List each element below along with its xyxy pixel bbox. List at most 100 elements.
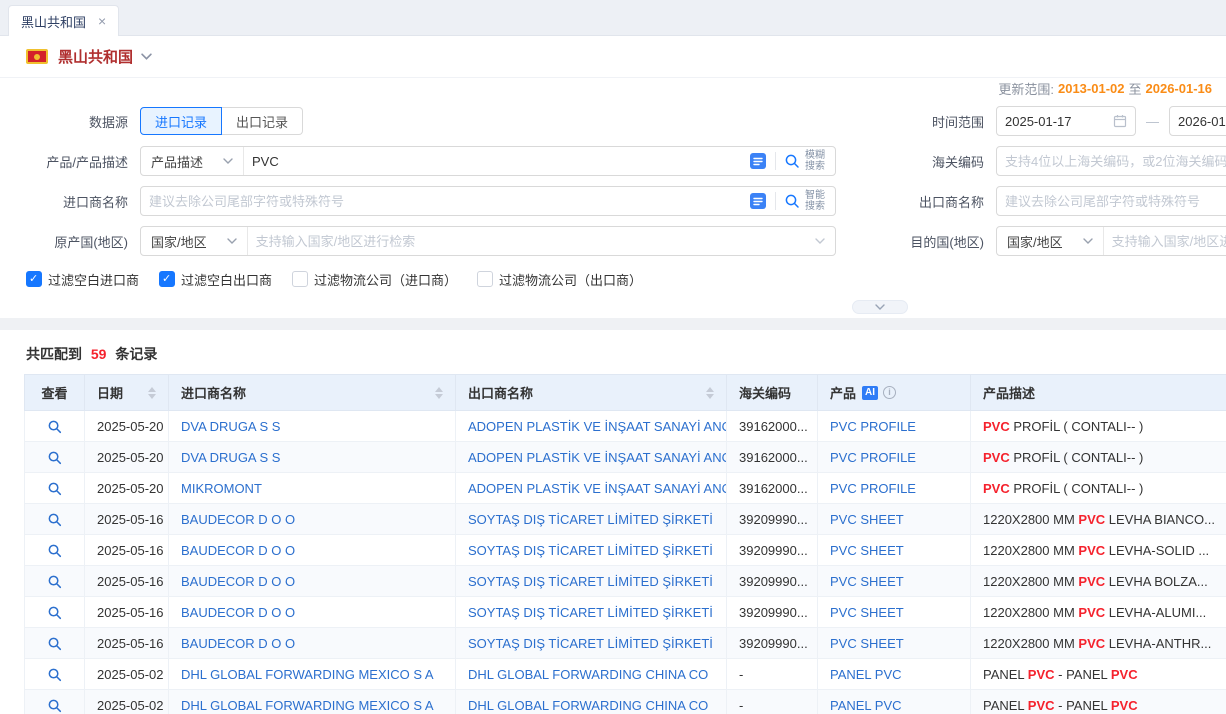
smart-search-button[interactable]: 智能 搜索 [776, 190, 835, 212]
calendar-icon [1113, 114, 1127, 128]
col-date[interactable]: 日期 [85, 375, 169, 411]
importer-link[interactable]: DVA DRUGA S S [181, 450, 280, 465]
col-exporter[interactable]: 出口商名称 [456, 375, 727, 411]
hs-code-input[interactable] [996, 146, 1226, 176]
exporter-input[interactable] [996, 186, 1226, 216]
exporter-link[interactable]: SOYTAŞ DIŞ TİCARET LİMİTED ŞİRKETİ [468, 605, 713, 620]
origin-country-label: 原产国(地区) [0, 232, 140, 251]
exporter-link[interactable]: SOYTAŞ DIŞ TİCARET LİMİTED ŞİRKETİ [468, 512, 713, 527]
filter-checkbox-item[interactable]: 过滤物流公司（进口商） [292, 270, 457, 289]
importer-link[interactable]: BAUDECOR D O O [181, 574, 295, 589]
view-detail-icon[interactable] [47, 450, 62, 465]
product-link[interactable]: PVC PROFILE [830, 450, 916, 465]
description-highlight: PVC [1078, 574, 1105, 589]
exporter-link[interactable]: ADOPEN PLASTİK VE İNŞAAT SANAYİ ANO... [468, 450, 727, 465]
importer-link[interactable]: MIKROMONT [181, 481, 262, 496]
product-link[interactable]: PVC SHEET [830, 636, 904, 651]
fuzzy-search-button[interactable]: 模糊 搜索 [776, 150, 835, 172]
tab-montenegro[interactable]: 黑山共和国 × [8, 5, 119, 36]
exporter-link[interactable]: ADOPEN PLASTİK VE İNŞAAT SANAYİ ANO... [468, 419, 727, 434]
table-row: 2025-05-02DHL GLOBAL FORWARDING MEXICO S… [25, 659, 1226, 690]
view-detail-icon[interactable] [47, 636, 62, 651]
exporter-link[interactable]: DHL GLOBAL FORWARDING CHINA CO [468, 667, 708, 682]
collapse-filter-button[interactable] [852, 300, 908, 314]
importer-cell: BAUDECOR D O O [169, 535, 456, 566]
filter-checkbox-item[interactable]: 过滤空白进口商 [26, 270, 139, 289]
sort-icon[interactable] [700, 387, 714, 399]
sort-icon[interactable] [142, 387, 156, 399]
date-cell: 2025-05-16 [85, 628, 169, 659]
product-link[interactable]: PVC SHEET [830, 543, 904, 558]
product-link[interactable]: PVC SHEET [830, 512, 904, 527]
importer-link[interactable]: BAUDECOR D O O [181, 636, 295, 651]
batch-input-icon[interactable] [749, 152, 767, 170]
col-product-label: 产品 [830, 383, 856, 402]
filter-panel: 黑山共和国 更新范围: 2013-01-02 至 2026-01-16 数据源 … [0, 36, 1226, 318]
exporter-link[interactable]: SOYTAŞ DIŞ TİCARET LİMİTED ŞİRKETİ [468, 543, 713, 558]
product-input[interactable] [244, 154, 749, 169]
tab-close-icon[interactable]: × [98, 14, 106, 28]
exporter-link[interactable]: DHL GLOBAL FORWARDING CHINA CO [468, 698, 708, 713]
description-text: LEVHA-SOLID ... [1105, 543, 1209, 558]
product-link[interactable]: PVC PROFILE [830, 419, 916, 434]
view-detail-icon[interactable] [47, 543, 62, 558]
country-chevron-down-icon[interactable] [141, 53, 152, 60]
exporter-link[interactable]: ADOPEN PLASTİK VE İNŞAAT SANAYİ ANO... [468, 481, 727, 496]
view-detail-icon[interactable] [47, 667, 62, 682]
exporter-link[interactable]: SOYTAŞ DIŞ TİCARET LİMİTED ŞİRKETİ [468, 574, 713, 589]
checkbox-unchecked-icon[interactable] [292, 271, 308, 287]
description-text: 1220X2800 MM [983, 574, 1078, 589]
importer-link[interactable]: DVA DRUGA S S [181, 419, 280, 434]
origin-country-group: 国家/地区 [140, 226, 836, 256]
importer-input[interactable] [141, 194, 749, 209]
col-importer[interactable]: 进口商名称 [169, 375, 456, 411]
filter-checkbox-item[interactable]: 过滤物流公司（出口商） [477, 270, 642, 289]
product-type-select[interactable]: 产品描述 [141, 147, 244, 175]
end-date-input[interactable]: 2026-01-16 [1169, 106, 1226, 136]
import-records-tab[interactable]: 进口记录 [140, 107, 222, 135]
origin-country-select[interactable]: 国家/地区 [141, 227, 248, 255]
view-detail-icon[interactable] [47, 698, 62, 713]
origin-country-input[interactable] [248, 234, 815, 249]
importer-link[interactable]: BAUDECOR D O O [181, 512, 295, 527]
view-detail-icon[interactable] [47, 574, 62, 589]
product-cell: PVC PROFILE [818, 442, 971, 473]
product-cell: PVC PROFILE [818, 473, 971, 504]
results-panel: 共匹配到 59 条记录 查看 日期 [0, 330, 1226, 714]
importer-link[interactable]: DHL GLOBAL FORWARDING MEXICO S A [181, 698, 434, 713]
product-link[interactable]: PANEL PVC [830, 667, 902, 682]
view-detail-icon[interactable] [47, 419, 62, 434]
start-date-input[interactable]: 2025-01-17 [996, 106, 1136, 136]
checkbox-unchecked-icon[interactable] [477, 271, 493, 287]
importer-link[interactable]: BAUDECOR D O O [181, 605, 295, 620]
product-link[interactable]: PVC PROFILE [830, 481, 916, 496]
exporter-cell: DHL GLOBAL FORWARDING CHINA CO [456, 659, 727, 690]
view-cell [25, 535, 85, 566]
description-highlight: PVC [1078, 636, 1105, 651]
destination-country-input[interactable] [1104, 234, 1226, 249]
exporter-link[interactable]: SOYTAŞ DIŞ TİCARET LİMİTED ŞİRKETİ [468, 636, 713, 651]
view-cell [25, 628, 85, 659]
export-records-tab[interactable]: 出口记录 [222, 107, 303, 135]
batch-input-icon[interactable] [749, 192, 767, 210]
product-link[interactable]: PVC SHEET [830, 574, 904, 589]
product-link[interactable]: PANEL PVC [830, 698, 902, 713]
view-detail-icon[interactable] [47, 512, 62, 527]
view-cell [25, 411, 85, 442]
checkbox-checked-icon[interactable] [26, 271, 42, 287]
destination-country-select[interactable]: 国家/地区 [997, 227, 1104, 255]
sort-icon[interactable] [429, 387, 443, 399]
exporter-cell: ADOPEN PLASTİK VE İNŞAAT SANAYİ ANO... [456, 411, 727, 442]
view-detail-icon[interactable] [47, 481, 62, 496]
importer-link[interactable]: BAUDECOR D O O [181, 543, 295, 558]
update-range: 更新范围: 2013-01-02 至 2026-01-16 [0, 78, 1226, 98]
page: 黑山共和国 × 黑山共和国 更新范围: 2013-01-02 至 2026-01… [0, 0, 1226, 714]
view-detail-icon[interactable] [47, 605, 62, 620]
importer-link[interactable]: DHL GLOBAL FORWARDING MEXICO S A [181, 667, 434, 682]
filter-checkbox-item[interactable]: 过滤空白出口商 [159, 270, 272, 289]
checkbox-checked-icon[interactable] [159, 271, 175, 287]
info-icon[interactable] [883, 386, 896, 399]
update-range-end: 2026-01-16 [1146, 81, 1213, 96]
product-cell: PVC SHEET [818, 535, 971, 566]
product-link[interactable]: PVC SHEET [830, 605, 904, 620]
